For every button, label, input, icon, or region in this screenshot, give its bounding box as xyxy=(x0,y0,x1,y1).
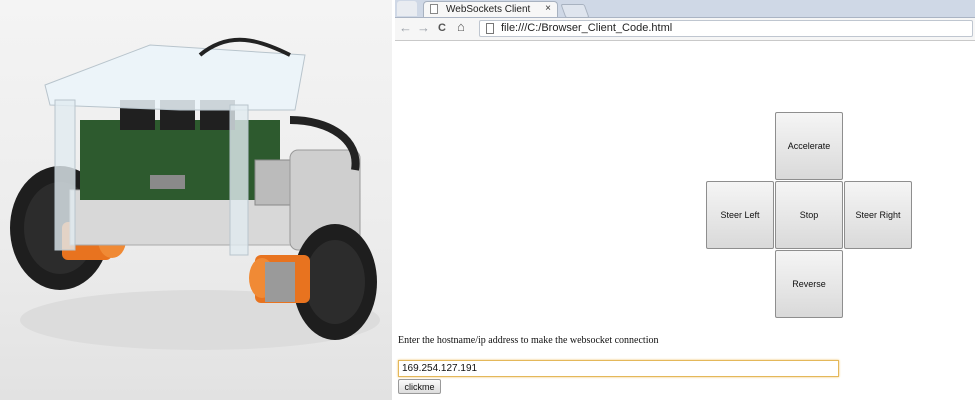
connection-prompt: Enter the hostname/ip address to make th… xyxy=(398,335,659,346)
tab-bar: WebSockets Client × xyxy=(395,0,975,18)
address-url: file:///C:/Browser_Client_Code.html xyxy=(501,22,673,34)
accelerate-button[interactable]: Accelerate xyxy=(775,112,843,180)
stop-button[interactable]: Stop xyxy=(775,181,843,249)
profile-avatar[interactable] xyxy=(397,1,417,16)
home-icon[interactable]: ⌂ xyxy=(457,19,465,34)
page-content: Accelerate Steer Left Stop Steer Right R… xyxy=(395,41,975,400)
new-tab-button[interactable] xyxy=(560,4,590,18)
browser-toolbar: ← → C ⌂ file:///C:/Browser_Client_Code.h… xyxy=(395,18,975,41)
robot-photo xyxy=(0,0,392,400)
address-bar[interactable]: file:///C:/Browser_Client_Code.html xyxy=(479,20,973,37)
page-icon xyxy=(430,4,438,14)
clickme-button[interactable]: clickme xyxy=(398,379,441,394)
reload-icon[interactable]: C xyxy=(438,22,446,34)
close-icon[interactable]: × xyxy=(545,3,551,14)
tab-title: WebSockets Client xyxy=(446,4,531,15)
reverse-button[interactable]: Reverse xyxy=(775,250,843,318)
steer-right-button[interactable]: Steer Right xyxy=(844,181,912,249)
robot-illustration xyxy=(10,37,380,350)
browser-window: WebSockets Client × ← → C ⌂ file:///C:/B… xyxy=(395,0,975,400)
forward-arrow-icon[interactable]: → xyxy=(417,20,430,35)
tab-websockets-client[interactable]: WebSockets Client × xyxy=(423,1,558,17)
steer-left-button[interactable]: Steer Left xyxy=(706,181,774,249)
page-icon xyxy=(486,23,494,34)
hostname-input[interactable] xyxy=(398,360,839,377)
back-arrow-icon[interactable]: ← xyxy=(399,20,412,35)
